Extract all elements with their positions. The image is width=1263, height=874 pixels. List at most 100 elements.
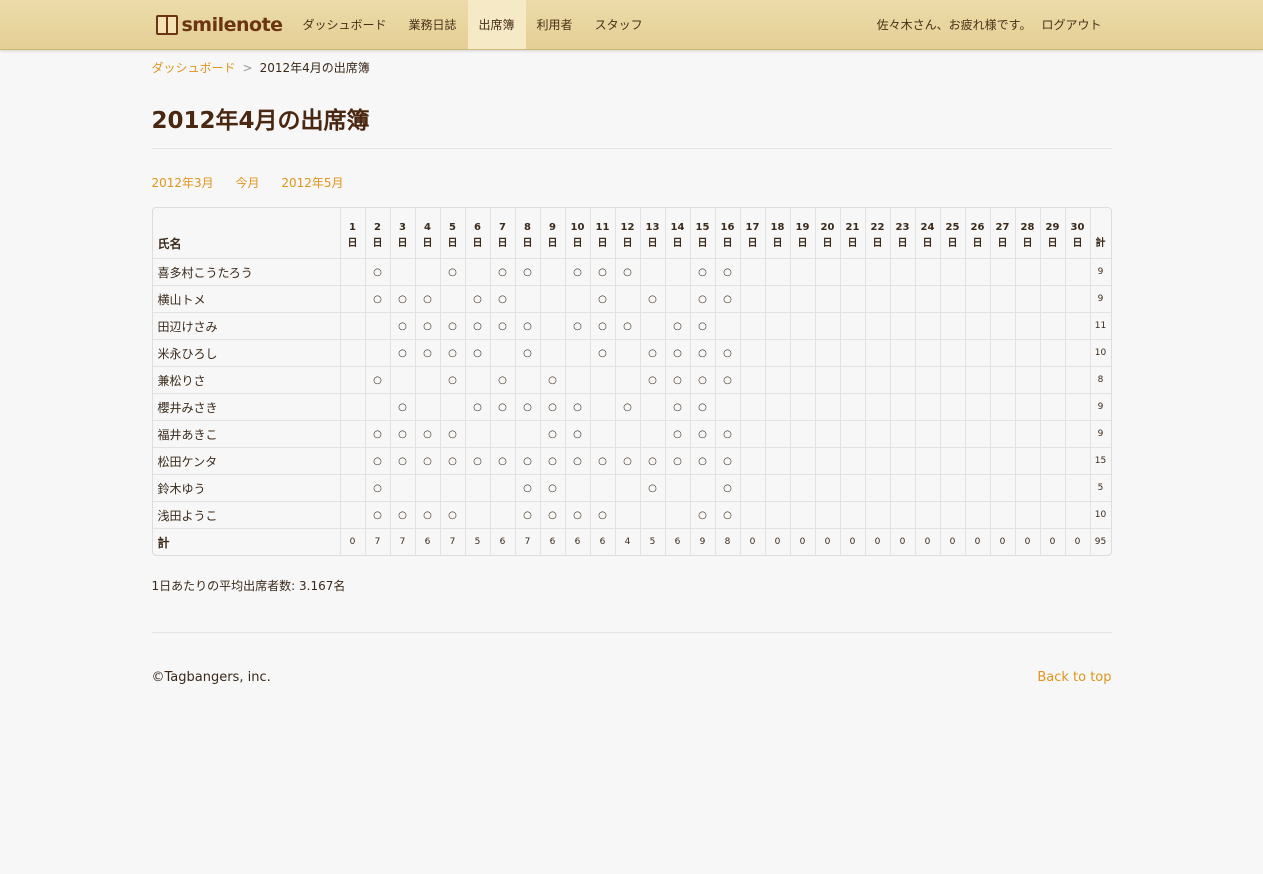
day-column-header: 22 日 xyxy=(864,208,890,258)
attendance-mark: ○ xyxy=(373,455,382,467)
attendance-cell: ○ xyxy=(539,447,565,474)
nav-item-work-journal[interactable]: 業務日誌 xyxy=(398,0,468,49)
attendance-cell xyxy=(614,474,640,501)
attendance-mark: ○ xyxy=(398,401,407,413)
attendance-cell xyxy=(1064,312,1090,339)
average-attendance: 1日あたりの平均出席者数: 3.167名 xyxy=(151,579,346,593)
attendance-cell xyxy=(1039,393,1065,420)
attendance-mark: ○ xyxy=(448,347,457,359)
attendance-cell xyxy=(689,474,715,501)
nav-item-attendance[interactable]: 出席簿 xyxy=(467,0,526,49)
day-total: 9 xyxy=(689,528,715,555)
member-total: 15 xyxy=(1089,447,1111,474)
attendance-mark: ○ xyxy=(648,482,657,494)
attendance-cell: ○ xyxy=(514,474,540,501)
attendance-cell xyxy=(639,501,665,528)
attendance-cell: ○ xyxy=(564,501,590,528)
attendance-cell xyxy=(514,285,540,312)
attendance-cell: ○ xyxy=(614,393,640,420)
attendance-cell xyxy=(1014,474,1040,501)
attendance-cell xyxy=(814,447,840,474)
day-column-header: 19 日 xyxy=(789,208,815,258)
table-row: 田辺けさみ ○ ○ ○ ○ ○ ○ ○ ○ ○ ○ ○ 11 xyxy=(152,312,1111,339)
day-column-header: 2日 xyxy=(364,208,390,258)
attendance-cell xyxy=(789,393,815,420)
day-number: 24 xyxy=(920,222,935,233)
table-row: 横山トメ ○ ○ ○ ○ ○ ○ ○ ○ ○ 9 xyxy=(152,285,1111,312)
attendance-cell xyxy=(539,339,565,366)
attendance-mark: ○ xyxy=(398,320,407,332)
attendance-cell xyxy=(914,339,940,366)
attendance-cell xyxy=(864,339,890,366)
prev-month-link[interactable]: 2012年3月 xyxy=(152,176,214,190)
attendance-cell: ○ xyxy=(689,258,715,285)
attendance-cell: ○ xyxy=(514,312,540,339)
attendance-cell xyxy=(964,474,990,501)
attendance-cell xyxy=(1064,366,1090,393)
attendance-cell xyxy=(1014,285,1040,312)
attendance-mark: ○ xyxy=(423,428,432,440)
member-name: 喜多村こうたろう xyxy=(152,258,340,285)
attendance-cell xyxy=(1039,420,1065,447)
attendance-cell xyxy=(589,366,615,393)
next-month-link[interactable]: 2012年5月 xyxy=(281,176,343,190)
day-number: 15 xyxy=(695,222,710,233)
attendance-mark: ○ xyxy=(723,482,732,494)
current-month-link[interactable]: 今月 xyxy=(236,176,260,190)
attendance-cell xyxy=(814,339,840,366)
day-column-header: 13 日 xyxy=(639,208,665,258)
attendance-cell xyxy=(464,501,490,528)
attendance-cell xyxy=(864,312,890,339)
top-navbar: smilenote ダッシュボード 業務日誌 出席簿 利用者 スタッフ 佐々木さ… xyxy=(0,0,1263,50)
day-number: 16 xyxy=(720,222,735,233)
attendance-cell xyxy=(339,474,365,501)
day-column-header: 24 日 xyxy=(914,208,940,258)
day-number: 10 xyxy=(570,222,585,233)
member-name: 櫻井みさき xyxy=(152,393,340,420)
day-total: 0 xyxy=(964,528,990,555)
back-to-top-link[interactable]: Back to top xyxy=(1037,670,1111,685)
attendance-cell xyxy=(789,474,815,501)
attendance-cell: ○ xyxy=(389,285,415,312)
nav-item-staff[interactable]: スタッフ xyxy=(584,0,654,49)
attendance-cell xyxy=(339,420,365,447)
day-column-header: 12 日 xyxy=(614,208,640,258)
attendance-cell xyxy=(889,447,915,474)
attendance-cell xyxy=(339,312,365,339)
attendance-cell: ○ xyxy=(564,447,590,474)
attendance-cell xyxy=(1039,258,1065,285)
breadcrumb-home-link[interactable]: ダッシュボード xyxy=(152,61,236,75)
attendance-mark: ○ xyxy=(573,428,582,440)
attendance-cell xyxy=(389,258,415,285)
nav-item-users[interactable]: 利用者 xyxy=(526,0,584,49)
day-number: 20 xyxy=(820,222,835,233)
attendance-cell xyxy=(414,393,440,420)
nav-item-dashboard[interactable]: ダッシュボード xyxy=(292,0,398,49)
day-total: 0 xyxy=(339,528,365,555)
brand-logo[interactable]: smilenote xyxy=(155,10,283,40)
attendance-cell xyxy=(339,285,365,312)
day-suffix: 日 xyxy=(572,238,583,249)
day-suffix: 日 xyxy=(597,238,608,249)
attendance-cell xyxy=(939,339,965,366)
attendance-mark: ○ xyxy=(623,455,632,467)
logout-link[interactable]: ログアウト xyxy=(1041,16,1101,33)
attendance-mark: ○ xyxy=(423,455,432,467)
attendance-cell: ○ xyxy=(489,393,515,420)
day-number: 8 xyxy=(524,222,531,233)
attendance-cell xyxy=(739,501,765,528)
member-total: 9 xyxy=(1089,285,1111,312)
attendance-cell xyxy=(614,285,640,312)
attendance-mark: ○ xyxy=(523,266,532,278)
day-column-header: 7日 xyxy=(489,208,515,258)
attendance-cell xyxy=(339,366,365,393)
day-column-header: 17 日 xyxy=(739,208,765,258)
attendance-cell xyxy=(789,447,815,474)
attendance-mark: ○ xyxy=(723,455,732,467)
attendance-cell xyxy=(739,447,765,474)
day-column-header: 8日 xyxy=(514,208,540,258)
attendance-mark: ○ xyxy=(598,455,607,467)
attendance-cell xyxy=(1039,339,1065,366)
attendance-mark: ○ xyxy=(673,428,682,440)
attendance-cell xyxy=(864,285,890,312)
